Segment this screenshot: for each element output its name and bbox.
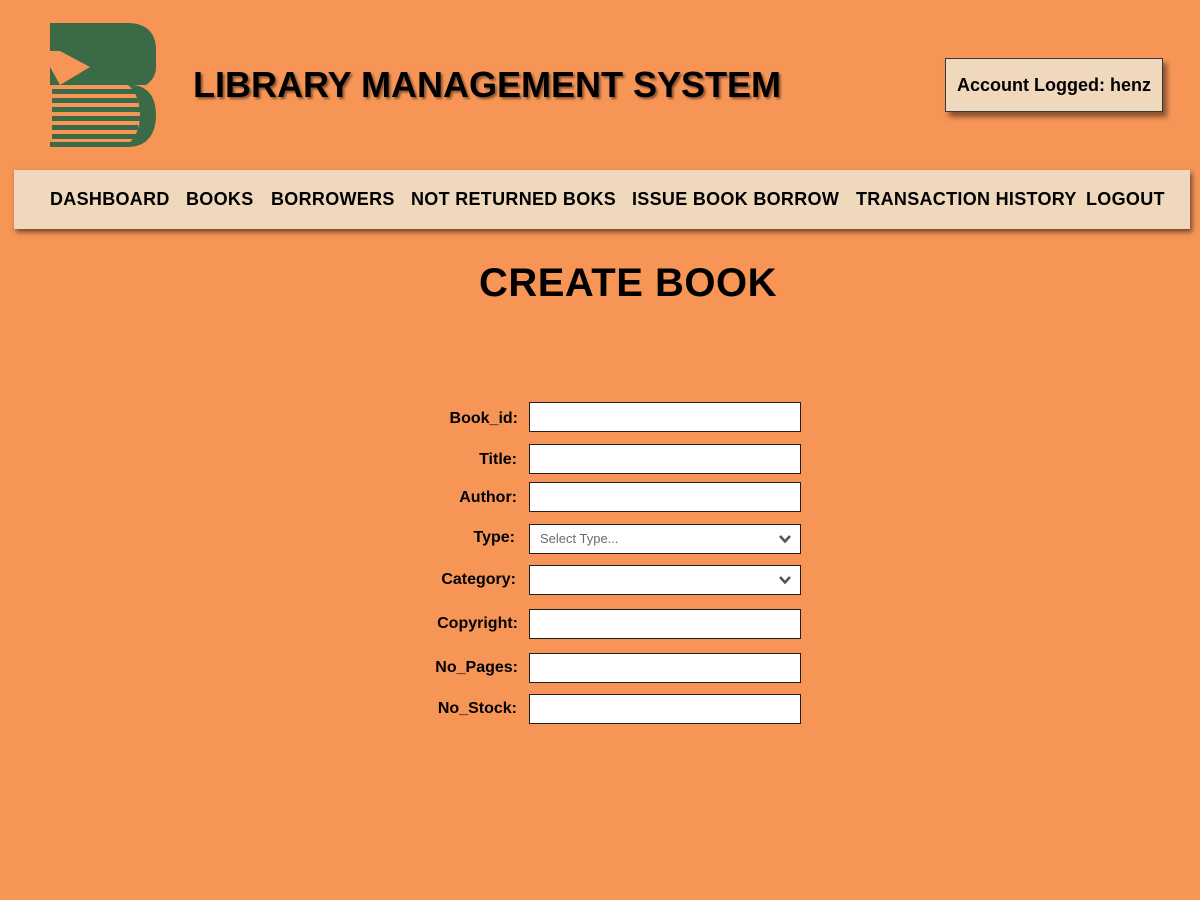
copyright-label: Copyright:	[437, 615, 518, 632]
category-select[interactable]	[529, 565, 801, 595]
type-label: Type:	[473, 529, 515, 546]
nav-books[interactable]: BOOKS	[186, 170, 254, 229]
nav-transaction-history[interactable]: TRANSACTION HISTORY	[856, 170, 1077, 229]
no-stock-label: No_Stock:	[437, 700, 517, 717]
main-nav: DASHBOARD BOOKS BORROWERS NOT RETURNED B…	[14, 170, 1190, 229]
app-title: LIBRARY MANAGEMENT SYSTEM	[193, 64, 782, 105]
nav-borrowers[interactable]: BORROWERS	[271, 170, 395, 229]
no-stock-field[interactable]	[529, 694, 801, 724]
nav-not-returned-books[interactable]: NOT RETURNED BOKS	[411, 170, 616, 229]
nav-dashboard[interactable]: DASHBOARD	[50, 170, 170, 229]
title-field[interactable]	[529, 444, 801, 474]
no-pages-label: No_Pages:	[435, 659, 518, 676]
library-logo-icon	[50, 23, 156, 147]
nav-logout[interactable]: LOGOUT	[1086, 170, 1165, 229]
account-label: Account Logged: henz	[957, 74, 1151, 95]
nav-issue-book-borrow[interactable]: ISSUE BOOK BORROW	[632, 170, 839, 229]
account-status: Account Logged: henz	[945, 58, 1163, 112]
author-label: Author:	[459, 489, 517, 506]
book-id-field[interactable]	[529, 402, 801, 432]
book-id-label: Book_id:	[449, 410, 518, 427]
category-label: Category:	[441, 571, 516, 588]
author-field[interactable]	[529, 482, 801, 512]
no-pages-field[interactable]	[529, 653, 801, 683]
type-select[interactable]: Select Type...	[529, 524, 801, 554]
type-select-value: Select Type...	[540, 531, 619, 546]
page-heading: CREATE BOOK	[478, 261, 778, 305]
title-label: Title:	[479, 451, 517, 468]
chevron-down-icon	[779, 535, 791, 544]
copyright-field[interactable]	[529, 609, 801, 639]
chevron-down-icon	[779, 576, 791, 585]
